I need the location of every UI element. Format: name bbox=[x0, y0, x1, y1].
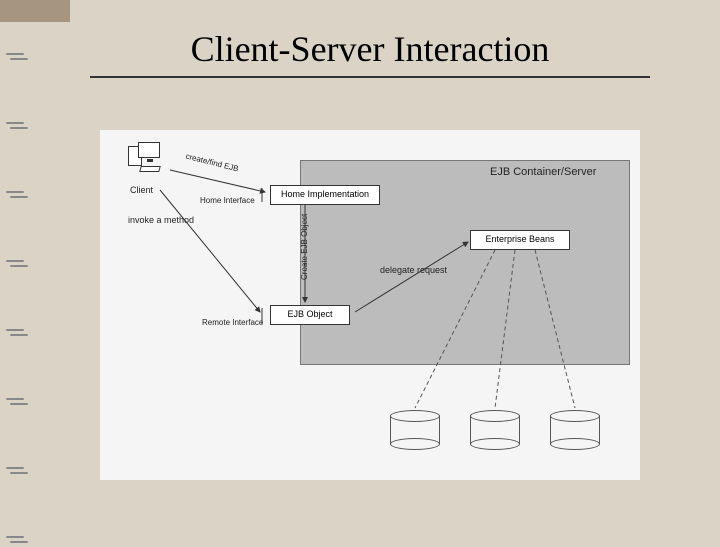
decorative-stripe bbox=[0, 0, 70, 22]
home-impl-box: Home Implementation bbox=[270, 185, 380, 205]
database-icon bbox=[390, 410, 440, 445]
slide-bullets-decoration bbox=[6, 50, 30, 547]
slide-title: Client-Server Interaction bbox=[60, 28, 680, 70]
client-label: Client bbox=[130, 185, 153, 195]
diagram-area: EJB Container/Server Client Home Impleme… bbox=[100, 130, 640, 480]
computer-icon bbox=[130, 142, 170, 180]
invoke-label: invoke a method bbox=[128, 215, 194, 225]
delegate-label: delegate request bbox=[380, 265, 447, 275]
database-icon bbox=[550, 410, 600, 445]
database-icon bbox=[470, 410, 520, 445]
enterprise-beans-box: Enterprise Beans bbox=[470, 230, 570, 250]
create-find-label: create/find EJB bbox=[185, 152, 240, 174]
create-ejb-object-label: Create EJB Object bbox=[300, 214, 309, 280]
ejb-object-box: EJB Object bbox=[270, 305, 350, 325]
home-interface-label: Home Interface bbox=[200, 196, 255, 205]
title-underline bbox=[90, 76, 650, 78]
container-label: EJB Container/Server bbox=[490, 166, 596, 178]
remote-interface-label: Remote Interface bbox=[202, 318, 263, 327]
slide-content: Client-Server Interaction EJB Container/… bbox=[60, 20, 680, 520]
